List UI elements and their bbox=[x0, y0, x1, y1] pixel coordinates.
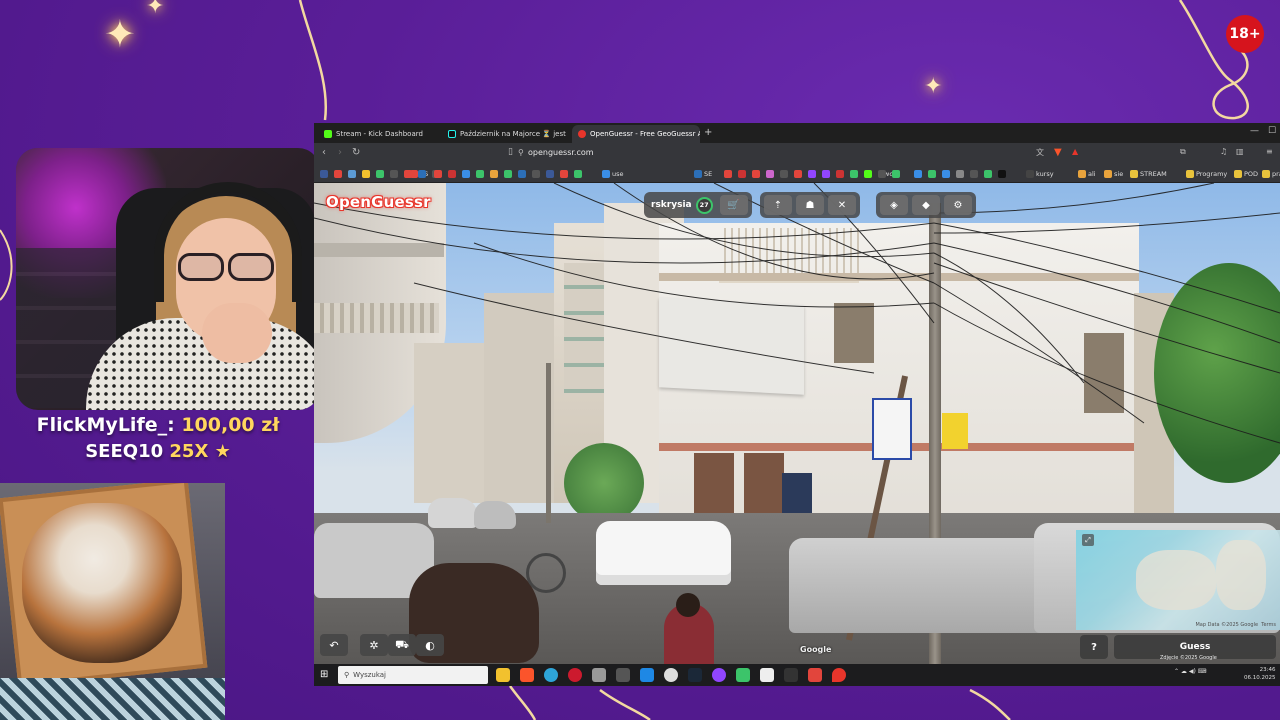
tab-kick-dashboard[interactable]: Stream - Kick Dashboard bbox=[318, 125, 438, 143]
bookmark-kursy[interactable]: kursy bbox=[1026, 168, 1054, 179]
bookmark-pod[interactable]: POD bbox=[1234, 168, 1258, 179]
app-icon[interactable] bbox=[808, 668, 822, 682]
donation-alert: FlickMyLife_: 100,00 zł bbox=[0, 414, 316, 436]
tray-icons[interactable]: ⌃ ☁ ◀) ⌨ bbox=[1174, 668, 1206, 675]
sparkle-icon: ✦ bbox=[146, 0, 165, 19]
app-icon[interactable] bbox=[592, 668, 606, 682]
toggle-icon[interactable]: ◐ bbox=[416, 634, 444, 656]
bookmark-programy[interactable]: Programy bbox=[1186, 168, 1227, 179]
brave-shield-icon[interactable]: ▼ bbox=[1054, 147, 1062, 158]
media-icon[interactable]: ♫ bbox=[1220, 147, 1227, 156]
username: rskrysia bbox=[651, 200, 692, 210]
new-tab-button[interactable]: + bbox=[704, 127, 712, 138]
search-icon: ⚲ bbox=[344, 671, 350, 679]
taskbar-search[interactable]: ⚲ Wyszukaj bbox=[338, 666, 488, 684]
guess-minimap[interactable]: ⤢ Map Data ©2025 Google Terms bbox=[1076, 530, 1280, 630]
site-info-icon[interactable]: ⚲ bbox=[518, 148, 524, 157]
obs-icon[interactable] bbox=[664, 668, 678, 682]
minimize-icon[interactable]: — bbox=[1250, 126, 1259, 136]
edge-icon[interactable] bbox=[544, 668, 558, 682]
translate-icon[interactable]: 文 bbox=[1036, 147, 1044, 158]
bookmark-sie[interactable]: sie bbox=[1104, 168, 1123, 179]
back-icon[interactable]: ‹ bbox=[322, 147, 326, 158]
url-field[interactable]: openguessr.com bbox=[528, 148, 594, 157]
tab-openguessr[interactable]: OpenGuessr - Free GeoGuessr A bbox=[572, 125, 700, 143]
age-rating-badge: 18+ bbox=[1226, 15, 1264, 53]
system-clock[interactable]: 23:46 06.10.2025 bbox=[1244, 666, 1276, 682]
rewards-icon[interactable]: ▲ bbox=[1072, 147, 1078, 156]
promo-code-text: SEEQ10 bbox=[85, 441, 164, 462]
tab-tiktok[interactable]: Październik na Majorce ⏳ jest to nas bbox=[442, 125, 566, 143]
gear-icon[interactable]: ⚙ bbox=[944, 195, 972, 215]
bookmark-use[interactable]: use bbox=[602, 168, 624, 179]
google-watermark: Google bbox=[800, 645, 832, 654]
windows-taskbar: ⊞ ⚲ Wyszukaj ⌃ ☁ ◀) ⌨ 23:46 06.10.2025 bbox=[314, 664, 1280, 686]
map-terms-link[interactable]: Terms bbox=[1261, 622, 1276, 628]
cross-icon[interactable]: ✕ bbox=[828, 195, 856, 215]
donation-amount: 100,00 zł bbox=[181, 414, 280, 436]
donor-name: FlickMyLife_: bbox=[36, 414, 175, 436]
file-explorer-icon[interactable] bbox=[496, 668, 510, 682]
stack-icon[interactable]: ◆ bbox=[912, 195, 940, 215]
star-icon: ★ bbox=[214, 441, 231, 462]
street-view-panorama[interactable]: OpenGuessr rskrysia 27 🛒 ⇡ ☗ ✕ ◈ ◆ ⚙ ↶ ✲… bbox=[314, 183, 1280, 664]
mode-hud: ⇡ ☗ ✕ bbox=[760, 192, 860, 218]
opera-icon[interactable] bbox=[568, 668, 582, 682]
bug-icon[interactable]: ✲ bbox=[360, 634, 388, 656]
streamer-webcam bbox=[16, 148, 320, 410]
screen-capture: Stream - Kick Dashboard Październik na M… bbox=[314, 123, 1280, 686]
reload-icon[interactable]: ↻ bbox=[352, 147, 360, 158]
bookmark-favicons[interactable] bbox=[320, 168, 440, 179]
windows-start-icon[interactable]: ⊞ bbox=[320, 669, 328, 680]
app-icon[interactable] bbox=[616, 668, 630, 682]
cat-camera bbox=[0, 483, 225, 720]
map-credit: Map Data ©2025 Google Terms bbox=[1195, 622, 1276, 628]
address-bar: ‹ › ↻ ▯ ⚲ openguessr.com 文 ▼ ▲ ⧉ ♫ ▥ ≡ bbox=[314, 143, 1280, 165]
settings-hud: ◈ ◆ ⚙ bbox=[876, 192, 976, 218]
brave-icon[interactable] bbox=[520, 668, 534, 682]
bookmark-stream[interactable]: STREAM bbox=[1130, 168, 1167, 179]
menu-icon[interactable]: ≡ bbox=[1266, 147, 1273, 156]
bookmark-ali[interactable]: ali bbox=[1078, 168, 1096, 179]
user-profile-button[interactable]: rskrysia 27 bbox=[648, 196, 716, 214]
forward-icon[interactable]: › bbox=[338, 147, 342, 158]
car-icon[interactable]: ⛟ bbox=[388, 634, 416, 656]
expand-map-icon[interactable]: ⤢ bbox=[1082, 534, 1094, 546]
app-icon[interactable] bbox=[736, 668, 750, 682]
layers-icon[interactable]: ◈ bbox=[880, 195, 908, 215]
maps-icon[interactable] bbox=[832, 668, 846, 682]
pin-icon[interactable]: ⇡ bbox=[764, 195, 792, 215]
bookmarks-bar: ES use SE work kursy ali sie STREAM Prog… bbox=[314, 165, 1280, 183]
promo-code: SEEQ10 25X ★ bbox=[0, 441, 316, 462]
tiktok-icon bbox=[448, 130, 456, 138]
sparkle-icon: ✦ bbox=[924, 74, 943, 99]
app-icon[interactable] bbox=[760, 668, 774, 682]
level-badge: 27 bbox=[695, 196, 713, 214]
maximize-icon[interactable]: ☐ bbox=[1268, 126, 1276, 136]
kick-icon bbox=[324, 130, 332, 138]
openguessr-logo[interactable]: OpenGuessr bbox=[326, 193, 431, 211]
sparkle-icon: ✦ bbox=[104, 12, 136, 56]
app-icon[interactable] bbox=[712, 668, 726, 682]
bookmark-praca[interactable]: praca bbox=[1262, 168, 1280, 179]
browser-tab-bar: Stream - Kick Dashboard Październik na M… bbox=[314, 123, 1280, 143]
bookmark-favicons-2[interactable] bbox=[434, 168, 582, 179]
openguessr-icon bbox=[578, 130, 586, 138]
promo-multiplier: 25X bbox=[169, 441, 209, 462]
bookmark-favicons-4[interactable] bbox=[914, 168, 1006, 179]
steam-icon[interactable] bbox=[688, 668, 702, 682]
app-icon[interactable] bbox=[784, 668, 798, 682]
bookmark-favicons-3[interactable] bbox=[724, 168, 900, 179]
ghost-icon[interactable]: ☗ bbox=[796, 195, 824, 215]
undo-icon[interactable]: ↶ bbox=[320, 634, 348, 656]
bookmark-icon[interactable]: ▯ bbox=[508, 147, 513, 157]
bookmark-se[interactable]: SE bbox=[694, 168, 712, 179]
extensions-icon[interactable]: ⧉ bbox=[1180, 147, 1186, 157]
sidebar-icon[interactable]: ▥ bbox=[1236, 147, 1244, 156]
cart-icon[interactable]: 🛒 bbox=[719, 195, 748, 215]
imagery-credit: Zdjęcie ©2025 Google bbox=[1160, 655, 1217, 661]
help-button[interactable]: ? bbox=[1080, 635, 1108, 659]
user-hud: rskrysia 27 🛒 bbox=[644, 192, 752, 218]
app-icon[interactable] bbox=[640, 668, 654, 682]
